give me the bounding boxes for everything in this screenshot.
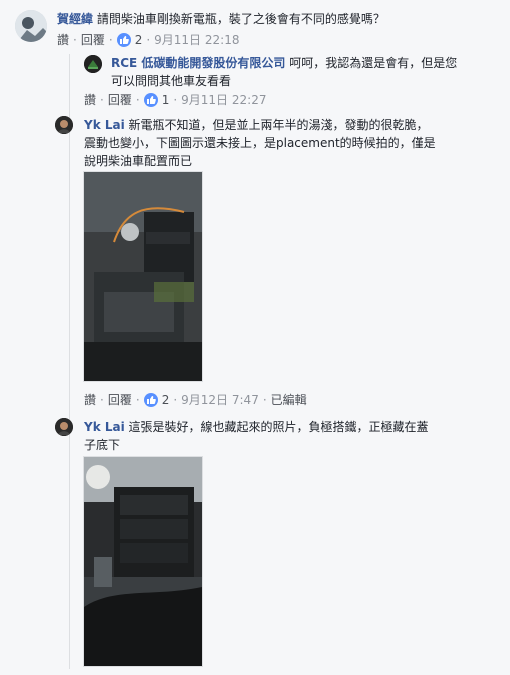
timestamp[interactable]: 9月11日 22:27	[181, 91, 266, 108]
comment-actions: 讚 · 回覆 · 1 · 9月11日 22:27	[84, 91, 267, 108]
engine-photo-2[interactable]	[83, 456, 203, 667]
comment-actions: 讚 · 回覆 · 2 · 9月11日 22:18	[57, 31, 240, 48]
comment-text-line-2: 子底下	[84, 438, 121, 452]
comment-text-line-1: 新電瓶不知道，但是並上兩年半的湯淺，發動的很乾脆，	[128, 118, 429, 132]
comment-text-line-1: 這張是裝好，線也藏起來的照片，負極搭鐵，正極藏在蓋	[128, 420, 429, 434]
comment-text-line-3: 說明柴油車配置而已	[84, 154, 193, 168]
engine-photo-1[interactable]	[83, 171, 203, 382]
reply-link[interactable]: 回覆	[81, 31, 105, 48]
comment-text-line-1: 呵呵，我認為還是會有，但是您	[289, 56, 458, 70]
comment-body: RCE 低碳動能開發股份有限公司 呵呵，我認為還是會有，但是您 可以問問其他車友…	[111, 54, 471, 90]
like-count[interactable]: 2	[135, 33, 143, 47]
reply-thread-line	[69, 54, 70, 669]
like-count[interactable]: 1	[162, 93, 170, 107]
reply-link[interactable]: 回覆	[108, 91, 132, 108]
comment-text-line-2: 震動也變小，下圖圖示還未接上，是placement的時候拍的，僅是	[84, 136, 436, 150]
like-count[interactable]: 2	[162, 393, 170, 407]
comment-body: Yk Lai 這張是裝好，線也藏起來的照片，負極搭鐵，正極藏在蓋 子底下	[84, 418, 504, 454]
like-icon[interactable]	[143, 92, 158, 107]
timestamp[interactable]: 9月11日 22:18	[154, 31, 239, 48]
edited-label[interactable]: 已編輯	[271, 391, 307, 408]
comment-actions: 讚 · 回覆 · 2 · 9月12日 7:47 · 已編輯	[84, 391, 307, 408]
reply-link[interactable]: 回覆	[108, 391, 132, 408]
comment-text: 請問柴油車剛換新電瓶，裝了之後會有不同的感覺嗎？	[96, 12, 385, 26]
comment-author[interactable]: Yk Lai	[84, 118, 125, 132]
timestamp[interactable]: 9月12日 7:47	[181, 391, 259, 408]
comment-author[interactable]: RCE 低碳動能開發股份有限公司	[111, 56, 285, 70]
like-link[interactable]: 讚	[84, 91, 96, 108]
comment-body: Yk Lai 新電瓶不知道，但是並上兩年半的湯淺，發動的很乾脆， 震動也變小，下…	[84, 116, 504, 170]
like-icon[interactable]	[116, 32, 131, 47]
comment-author[interactable]: 賀經緯	[57, 12, 93, 26]
comment-body: 賀經緯 請問柴油車剛換新電瓶，裝了之後會有不同的感覺嗎？	[57, 10, 497, 28]
avatar[interactable]	[84, 55, 102, 73]
avatar[interactable]	[15, 10, 47, 42]
comment-text-line-2: 可以問問其他車友看看	[111, 74, 232, 88]
like-link[interactable]: 讚	[57, 31, 69, 48]
avatar[interactable]	[55, 418, 73, 436]
like-link[interactable]: 讚	[84, 391, 96, 408]
like-icon[interactable]	[143, 392, 158, 407]
avatar[interactable]	[55, 116, 73, 134]
comment-author[interactable]: Yk Lai	[84, 420, 125, 434]
